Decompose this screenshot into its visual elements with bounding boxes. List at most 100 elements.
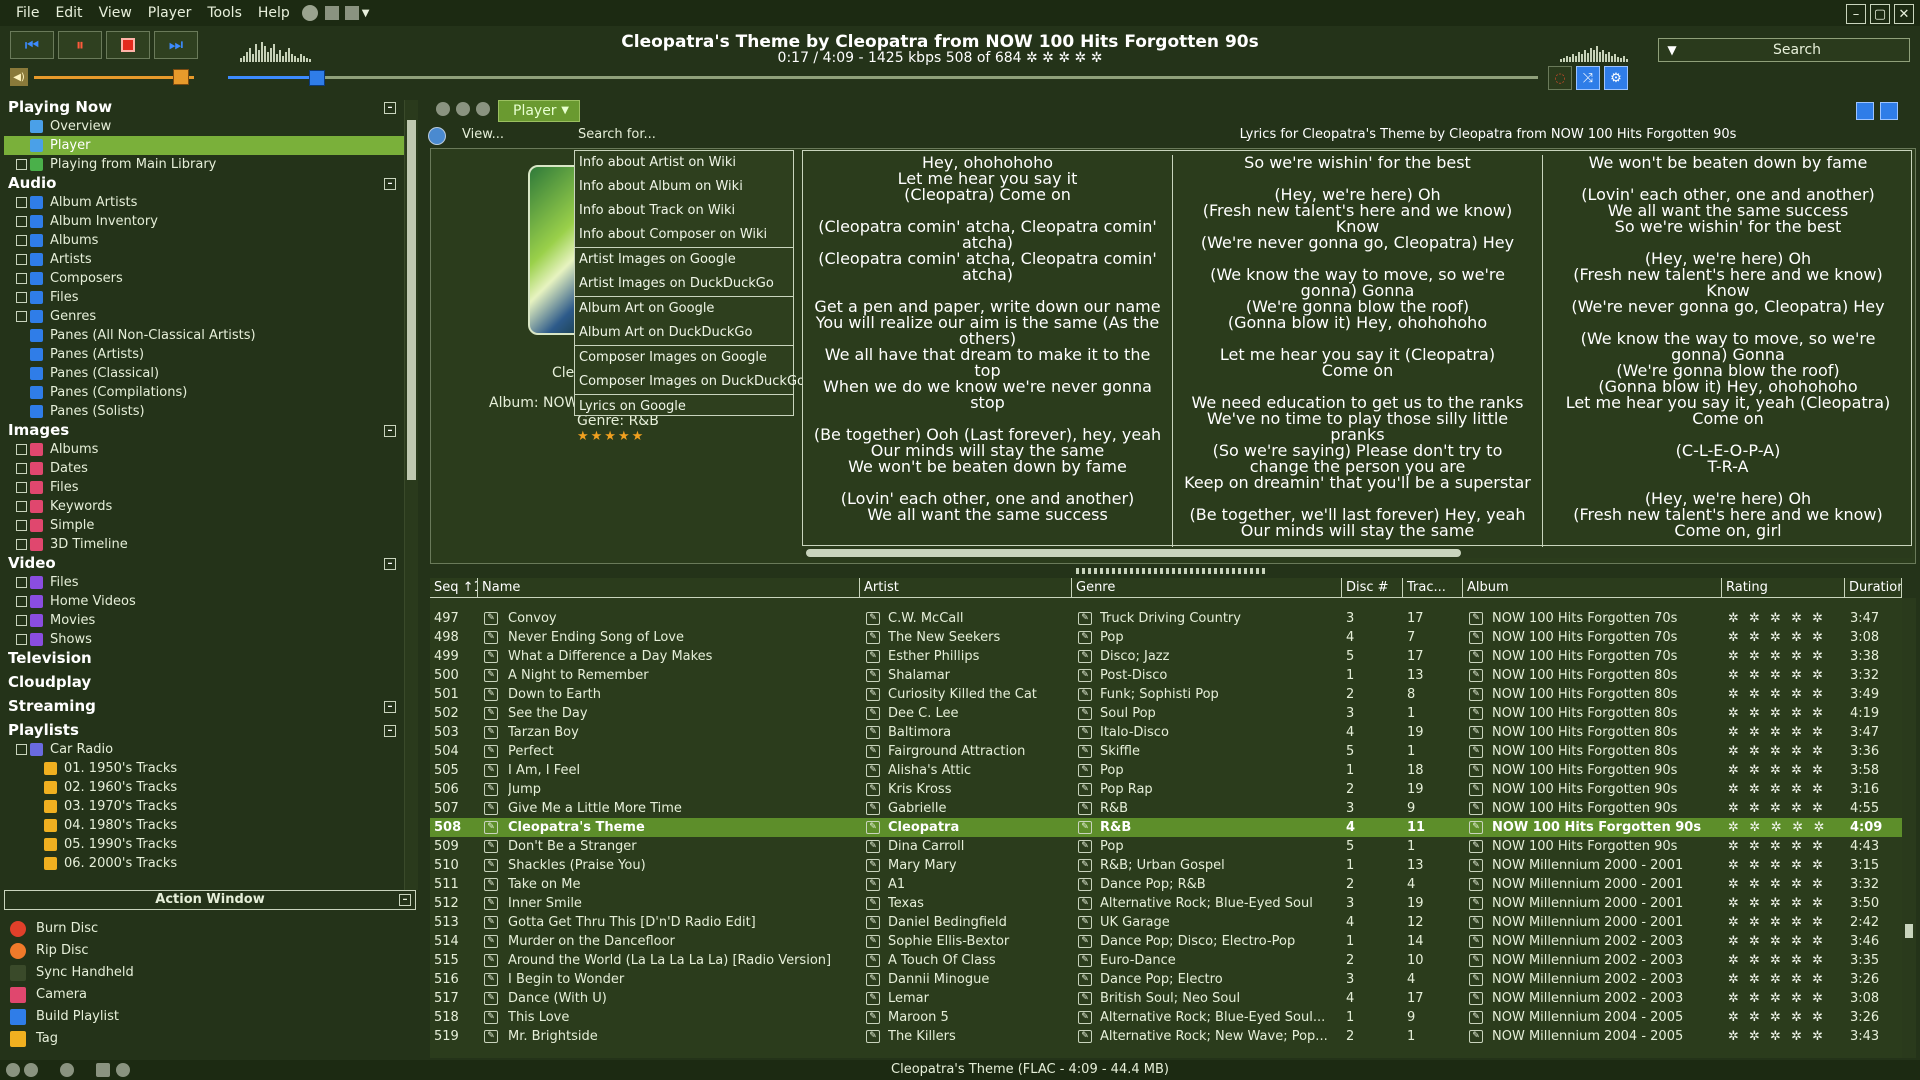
table-row[interactable]: 519 ✎ Mr. Brightside ✎ The Killers ✎ Alternati…: [430, 1027, 1902, 1046]
edit-pencil-icon[interactable]: ✎: [1078, 783, 1092, 796]
tree-item-overview[interactable]: Overview: [4, 117, 404, 136]
table-row[interactable]: 512 ✎ Inner Smile ✎ Texas ✎ Alternative Rock; …: [430, 894, 1902, 913]
tree-item-audio-3[interactable]: Artists: [4, 250, 404, 269]
table-row[interactable]: 501 ✎ Down to Earth ✎ Curiosity Killed the C…: [430, 685, 1902, 704]
edit-pencil-icon[interactable]: ✎: [1469, 1030, 1483, 1043]
edit-pencil-icon[interactable]: ✎: [484, 783, 498, 796]
section-streaming[interactable]: Streaming –: [4, 697, 404, 716]
collapse-icon[interactable]: –: [384, 178, 396, 190]
table-row[interactable]: 518 ✎ This Love ✎ Maroon 5 ✎ Alternative Rock;…: [430, 1008, 1902, 1027]
track-list-scroll-thumb[interactable]: [1905, 924, 1913, 938]
edit-pencil-icon[interactable]: ✎: [1078, 821, 1092, 834]
expand-box-icon[interactable]: [16, 197, 27, 208]
edit-pencil-icon[interactable]: ✎: [484, 954, 498, 967]
table-row[interactable]: 506 ✎ Jump ✎ Kris Kross ✎ Pop Rap 2 19 ✎ NOW 100 H…: [430, 780, 1902, 799]
expand-box-icon[interactable]: [16, 744, 27, 755]
settings-icon[interactable]: ⚙: [1604, 66, 1628, 90]
menu-player[interactable]: Player: [140, 5, 200, 21]
collapse-icon[interactable]: –: [384, 725, 396, 737]
globe-icon[interactable]: [301, 5, 318, 21]
rating-stars[interactable]: ✲ ✲ ✲ ✲ ✲: [1728, 780, 1844, 799]
edit-pencil-icon[interactable]: ✎: [1469, 859, 1483, 872]
edit-pencil-icon[interactable]: ✎: [866, 1030, 880, 1043]
collapse-icon[interactable]: –: [384, 425, 396, 437]
edit-pencil-icon[interactable]: ✎: [1469, 745, 1483, 758]
edit-pencil-icon[interactable]: ✎: [1469, 954, 1483, 967]
expand-box-icon[interactable]: [16, 311, 27, 322]
edit-pencil-icon[interactable]: ✎: [1469, 802, 1483, 815]
volume-track[interactable]: [34, 76, 194, 79]
edit-pencil-icon[interactable]: ✎: [484, 973, 498, 986]
collapse-icon[interactable]: –: [399, 894, 411, 906]
edit-pencil-icon[interactable]: ✎: [1469, 612, 1483, 625]
edit-pencil-icon[interactable]: ✎: [1078, 631, 1092, 644]
section-television[interactable]: Television: [4, 649, 404, 668]
tag-button[interactable]: Tag: [4, 1028, 416, 1050]
stop-small-icon[interactable]: [324, 6, 339, 20]
edit-pencil-icon[interactable]: ✎: [484, 688, 498, 701]
table-row[interactable]: 507 ✎ Give Me a Little More Time ✎ Gabrielle…: [430, 799, 1902, 818]
table-row[interactable]: 514 ✎ Murder on the Dancefloor ✎ Sophie Elli…: [430, 932, 1902, 951]
edit-pencil-icon[interactable]: ✎: [1078, 726, 1092, 739]
edit-pencil-icon[interactable]: ✎: [1469, 764, 1483, 777]
edit-pencil-icon[interactable]: ✎: [1078, 992, 1092, 1005]
context-menu-item[interactable]: Artist Images on Google: [575, 248, 793, 272]
rating-stars[interactable]: ✲ ✲ ✲ ✲ ✲: [1728, 742, 1844, 761]
edit-pencil-icon[interactable]: ✎: [1078, 650, 1092, 663]
edit-pencil-icon[interactable]: ✎: [1078, 935, 1092, 948]
table-row[interactable]: 511 ✎ Take on Me ✎ A1 ✎ Dance Pop; R&B 2 4 ✎ NOW M…: [430, 875, 1902, 894]
seek-bar[interactable]: [228, 70, 1538, 86]
edit-pencil-icon[interactable]: ✎: [866, 821, 880, 834]
context-menu-item[interactable]: Info about Composer on Wiki: [575, 223, 793, 247]
section-cloudplay[interactable]: Cloudplay: [4, 673, 404, 692]
tree-item-player[interactable]: Player: [4, 136, 404, 155]
search-label[interactable]: Search: [1685, 42, 1909, 58]
tree-item-playlist-5[interactable]: 05. 1990's Tracks: [4, 835, 404, 854]
rating-stars[interactable]: ✲ ✲ ✲ ✲ ✲: [1728, 704, 1844, 723]
edit-pencil-icon[interactable]: ✎: [1469, 669, 1483, 682]
edit-pencil-icon[interactable]: ✎: [484, 726, 498, 739]
minimize-button[interactable]: –: [1846, 4, 1866, 24]
chevron-down-icon[interactable]: ▼: [362, 8, 370, 19]
table-row[interactable]: 498 ✎ Never Ending Song of Love ✎ The New Se…: [430, 628, 1902, 647]
context-menu-item[interactable]: Info about Album on Wiki: [575, 175, 793, 199]
table-row[interactable]: 508 ✎ Cleopatra's Theme ✎ Cleopatra ✎ R&B 4 11 ✎ N…: [430, 818, 1902, 837]
table-row[interactable]: 509 ✎ Don't Be a Stranger ✎ Dina Carroll ✎ Pop…: [430, 837, 1902, 856]
search-box[interactable]: ▼ Search: [1658, 38, 1910, 62]
edit-pencil-icon[interactable]: ✎: [1469, 783, 1483, 796]
view-options-icon[interactable]: [428, 127, 446, 145]
table-row[interactable]: 500 ✎ A Night to Remember ✎ Shalamar ✎ Post-Di…: [430, 666, 1902, 685]
burn-disc-button[interactable]: Burn Disc: [4, 918, 416, 940]
track-list-scrollbar[interactable]: [1902, 598, 1916, 1058]
tree-item-audio-9[interactable]: Panes (Classical): [4, 364, 404, 383]
collapse-icon[interactable]: –: [384, 102, 396, 114]
edit-pencil-icon[interactable]: ✎: [866, 897, 880, 910]
tree-scrollbar[interactable]: [404, 100, 418, 890]
menu-view[interactable]: View: [91, 5, 140, 21]
collapse-icon[interactable]: –: [384, 558, 396, 570]
edit-pencil-icon[interactable]: ✎: [866, 707, 880, 720]
edit-pencil-icon[interactable]: ✎: [1078, 612, 1092, 625]
rating-stars[interactable]: ✲ ✲ ✲ ✲ ✲: [1728, 951, 1844, 970]
expand-box-icon[interactable]: [16, 463, 27, 474]
edit-pencil-icon[interactable]: ✎: [866, 669, 880, 682]
edit-pencil-icon[interactable]: ✎: [1078, 973, 1092, 986]
edit-pencil-icon[interactable]: ✎: [1469, 650, 1483, 663]
close-button[interactable]: ✕: [1894, 4, 1914, 24]
edit-pencil-icon[interactable]: ✎: [484, 1030, 498, 1043]
context-menu-item[interactable]: Info about Track on Wiki: [575, 199, 793, 223]
edit-pencil-icon[interactable]: ✎: [1078, 688, 1092, 701]
expand-box-icon[interactable]: [16, 273, 27, 284]
tree-item-images-0[interactable]: Albums: [4, 440, 404, 459]
edit-pencil-icon[interactable]: ✎: [866, 935, 880, 948]
tree-item-images-2[interactable]: Files: [4, 478, 404, 497]
rating-stars[interactable]: ✲ ✲ ✲ ✲ ✲: [1728, 1008, 1844, 1027]
edit-pencil-icon[interactable]: ✎: [484, 612, 498, 625]
tree-item-images-4[interactable]: Simple: [4, 516, 404, 535]
tree-item-audio-6[interactable]: Genres: [4, 307, 404, 326]
context-menu-item[interactable]: Composer Images on DuckDuckGo: [575, 370, 805, 394]
collapse-icon[interactable]: –: [384, 701, 396, 713]
edit-pencil-icon[interactable]: ✎: [1469, 916, 1483, 929]
edit-pencil-icon[interactable]: ✎: [484, 631, 498, 644]
edit-pencil-icon[interactable]: ✎: [484, 745, 498, 758]
